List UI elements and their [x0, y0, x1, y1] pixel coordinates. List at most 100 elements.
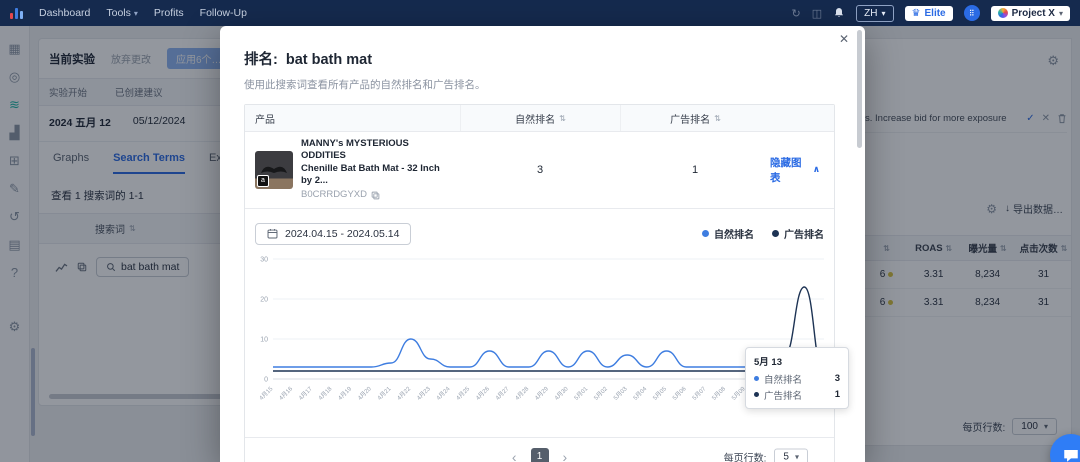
nav-item-tools[interactable]: Tools ▾ [106, 7, 138, 19]
chevron-down-icon: ▾ [1058, 8, 1063, 18]
project-selector[interactable]: Project X ▾ [990, 5, 1070, 21]
svg-text:4月27: 4月27 [494, 385, 511, 402]
tooltip-date: 5月 13 [754, 356, 782, 368]
nav-item-follow-up[interactable]: Follow-Up [200, 7, 247, 19]
date-range-picker[interactable]: 2024.04.15 - 2024.05.14 [255, 222, 412, 245]
col-product: 产品 [255, 114, 275, 126]
svg-text:5月04: 5月04 [632, 385, 649, 402]
hide-chart-link[interactable]: 隐藏图表 ∧ [770, 155, 834, 185]
refresh-icon[interactable]: ↻ [792, 7, 801, 20]
product-asin: B0CRRDGYXD [301, 189, 367, 201]
svg-text:5月08: 5月08 [711, 385, 728, 402]
language-label: ZH [864, 7, 878, 19]
svg-text:4月24: 4月24 [435, 385, 452, 402]
svg-text:4月16: 4月16 [278, 385, 295, 402]
svg-text:5月07: 5月07 [691, 385, 708, 402]
sort-icon: ⇅ [714, 113, 721, 123]
project-label: Project X [1011, 7, 1055, 19]
chevron-down-icon: ▾ [794, 452, 799, 462]
ranking-modal: ✕ 排名: bat bath mat 使用此搜索词查看所有产品的自然排名和广告排… [220, 26, 865, 462]
product-row: a MANNY's MYSTERIOUS ODDITIES Chenille B… [245, 132, 834, 208]
app-window: Dashboard Tools ▾ Profits Follow-Up ↻ ◫ Z… [0, 0, 1080, 462]
ad-rank-value: 1 [691, 163, 699, 176]
nav-item-dashboard[interactable]: Dashboard [39, 7, 90, 19]
svg-text:4月26: 4月26 [475, 385, 492, 402]
rows-per-page-label: 每页行数: [723, 453, 767, 462]
nav-item-profits[interactable]: Profits [154, 7, 184, 19]
crown-icon: ♛ [911, 7, 921, 19]
product-title-line1[interactable]: MANNY's MYSTERIOUS ODDITIES [301, 138, 450, 163]
brand-logo-icon[interactable] [10, 7, 23, 19]
legend-dot-organic [702, 230, 709, 238]
copy-icon[interactable] [371, 191, 380, 200]
svg-text:5月03: 5月03 [612, 385, 629, 402]
sort-icon: ⇅ [559, 113, 566, 123]
rank-chart-area[interactable]: 0 10 20 30 4月15 4月16 4月17 4月18 4月19 4月20 4月21 4月22 4… [247, 251, 849, 429]
hide-chart-label: 隐藏图表 [770, 156, 802, 184]
current-page[interactable]: 1 [530, 447, 549, 462]
svg-text:4月28: 4月28 [514, 385, 531, 402]
tooltip-dot-ad [754, 392, 759, 398]
bell-icon[interactable] [833, 7, 845, 19]
tooltip-organic-label: 自然排名 [764, 374, 803, 386]
legend-organic[interactable]: 自然排名 [702, 226, 754, 241]
tooltip-ad-value: 1 [834, 389, 840, 401]
svg-text:4月22: 4月22 [396, 385, 413, 402]
svg-text:4月20: 4月20 [357, 385, 374, 402]
col-ad-rank[interactable]: 广告排名 ⇅ [620, 105, 770, 131]
svg-text:4月19: 4月19 [337, 385, 354, 402]
nav-label: Follow-Up [199, 7, 247, 19]
nav-label: Dashboard [39, 7, 91, 19]
modal-subtitle: 使用此搜索词查看所有产品的自然排名和广告排名。 [244, 79, 486, 91]
chevron-up-icon: ∧ [812, 164, 820, 175]
modal-title-keyword: bat bath mat [285, 52, 373, 68]
ranking-table: 产品 自然排名 ⇅ 广告排名 ⇅ a MANNY's MYSTERIOUS ODDI… [244, 104, 849, 462]
svg-text:5月05: 5月05 [652, 385, 669, 402]
plan-label: Elite [924, 7, 946, 19]
col-organic-rank[interactable]: 自然排名 ⇅ [460, 105, 620, 131]
app-launcher-icon[interactable]: ⠿ [963, 5, 980, 21]
next-page-icon[interactable]: › [563, 449, 568, 462]
plan-badge[interactable]: ♛ Elite [904, 5, 953, 21]
rows-per-page-value: 5 [783, 451, 789, 462]
tooltip-ad-label: 广告排名 [764, 390, 803, 402]
col-actions [770, 105, 834, 131]
chevron-down-icon: ▾ [881, 8, 886, 18]
svg-text:4月18: 4月18 [317, 385, 334, 402]
svg-text:4月21: 4月21 [376, 385, 393, 402]
tooltip-organic-value: 3 [834, 373, 840, 385]
product-thumbnail: a [255, 150, 293, 189]
nav-label: Tools [106, 7, 131, 19]
svg-text:4月25: 4月25 [455, 385, 472, 402]
svg-text:5月06: 5月06 [671, 385, 688, 402]
legend-ad[interactable]: 广告排名 [772, 226, 824, 241]
date-range-value: 2024.04.15 - 2024.05.14 [285, 227, 400, 240]
modal-pagination: ‹ 1 › 每页行数: 5 ▾ [245, 436, 834, 462]
calendar-icon [267, 228, 278, 239]
panels-icon[interactable]: ◫ [812, 7, 822, 20]
top-nav: Dashboard Tools ▾ Profits Follow-Up ↻ ◫ Z… [0, 0, 1080, 26]
close-icon[interactable]: ✕ [839, 32, 849, 46]
organic-rank-value: 3 [536, 163, 544, 176]
modal-title-prefix: 排名: [244, 52, 278, 68]
legend-organic-label: 自然排名 [714, 230, 754, 242]
rows-per-page-select[interactable]: 5 ▾ [774, 448, 808, 462]
prev-page-icon[interactable]: ‹ [512, 449, 517, 462]
nav-label: Profits [153, 7, 184, 19]
svg-text:5月02: 5月02 [593, 385, 610, 402]
svg-text:30: 30 [260, 256, 268, 263]
svg-text:4月29: 4月29 [534, 385, 551, 402]
legend-dot-ad [772, 230, 779, 238]
language-selector[interactable]: ZH ▾ [856, 4, 894, 22]
svg-text:4月23: 4月23 [416, 385, 433, 402]
product-title-line2[interactable]: Chenille Bat Bath Mat - 32 Inch by 2... [301, 163, 450, 188]
chevron-down-icon: ▾ [133, 8, 138, 18]
svg-text:10: 10 [260, 336, 268, 343]
svg-text:20: 20 [260, 296, 268, 303]
legend-ad-label: 广告排名 [784, 230, 824, 242]
project-color-icon [997, 8, 1008, 18]
modal-scrollbar[interactable] [857, 30, 862, 148]
chart-legend: 自然排名 广告排名 [702, 226, 824, 241]
apps-glyph: ⠿ [968, 8, 975, 18]
amazon-badge: a [257, 174, 269, 187]
